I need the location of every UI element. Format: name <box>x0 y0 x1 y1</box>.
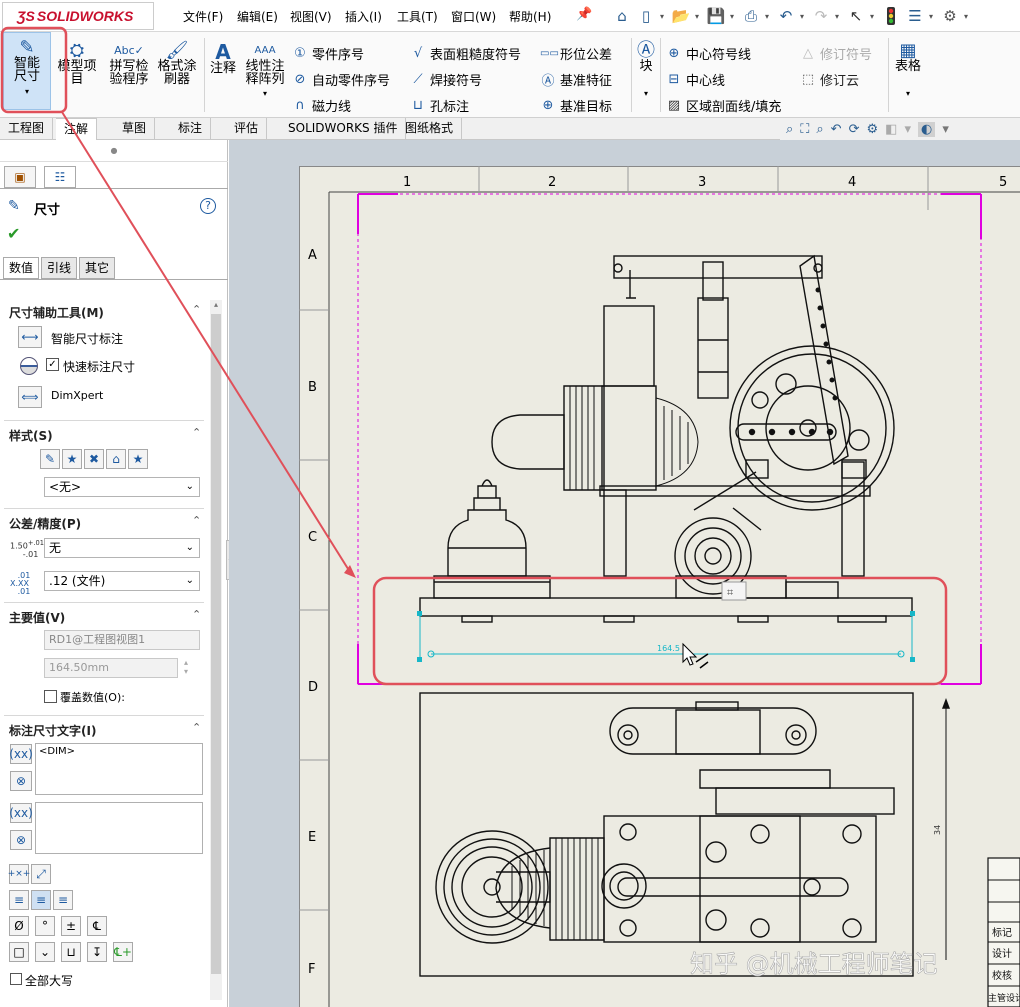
solidworks-window: ƷS SOLIDWORKS 文件(F) 编辑(E) 视图(V) 插入(I) 工具(… <box>0 0 1020 1007</box>
title-block: 标记 设计 校核 主管设计 <box>987 857 1020 1007</box>
zone-col-4: 4 <box>848 175 856 190</box>
drawing-view-1-boundary[interactable] <box>357 193 982 685</box>
dimension-palette-icon[interactable]: ⌗ <box>721 581 747 601</box>
zone-row-f: F <box>308 962 315 977</box>
front-view[interactable] <box>419 254 913 623</box>
tutorial-highlight <box>0 26 948 686</box>
svg-text:⌗: ⌗ <box>727 586 733 599</box>
dimension-cursor-icon <box>682 642 709 669</box>
zone-col-5: 5 <box>999 175 1007 190</box>
drawing-svg: 1 2 3 4 5 A B C D E F 164.5 ⌗ 34 标记 设计 校… <box>0 26 1020 1007</box>
zone-row-d: D <box>308 680 318 695</box>
title-block-chief: 主管设计 <box>988 992 1020 1004</box>
watermark-text: 知乎 @机械工程师笔记 <box>690 950 938 978</box>
zone-row-c: C <box>308 530 317 545</box>
zone-col-3: 3 <box>698 175 706 190</box>
zone-row-e: E <box>308 830 316 845</box>
title-block-check: 校核 <box>992 969 1012 982</box>
title-block-design: 设计 <box>992 947 1012 960</box>
zone-row-a: A <box>308 248 317 263</box>
zone-row-b: B <box>308 380 317 395</box>
dimension-value-text[interactable]: 164.5 <box>657 644 680 653</box>
zone-col-2: 2 <box>548 175 556 190</box>
zone-col-1: 1 <box>403 175 411 190</box>
vertical-dimension-text: 34 <box>933 825 942 835</box>
title-block-mark: 标记 <box>992 927 1012 939</box>
top-view[interactable] <box>419 692 951 977</box>
